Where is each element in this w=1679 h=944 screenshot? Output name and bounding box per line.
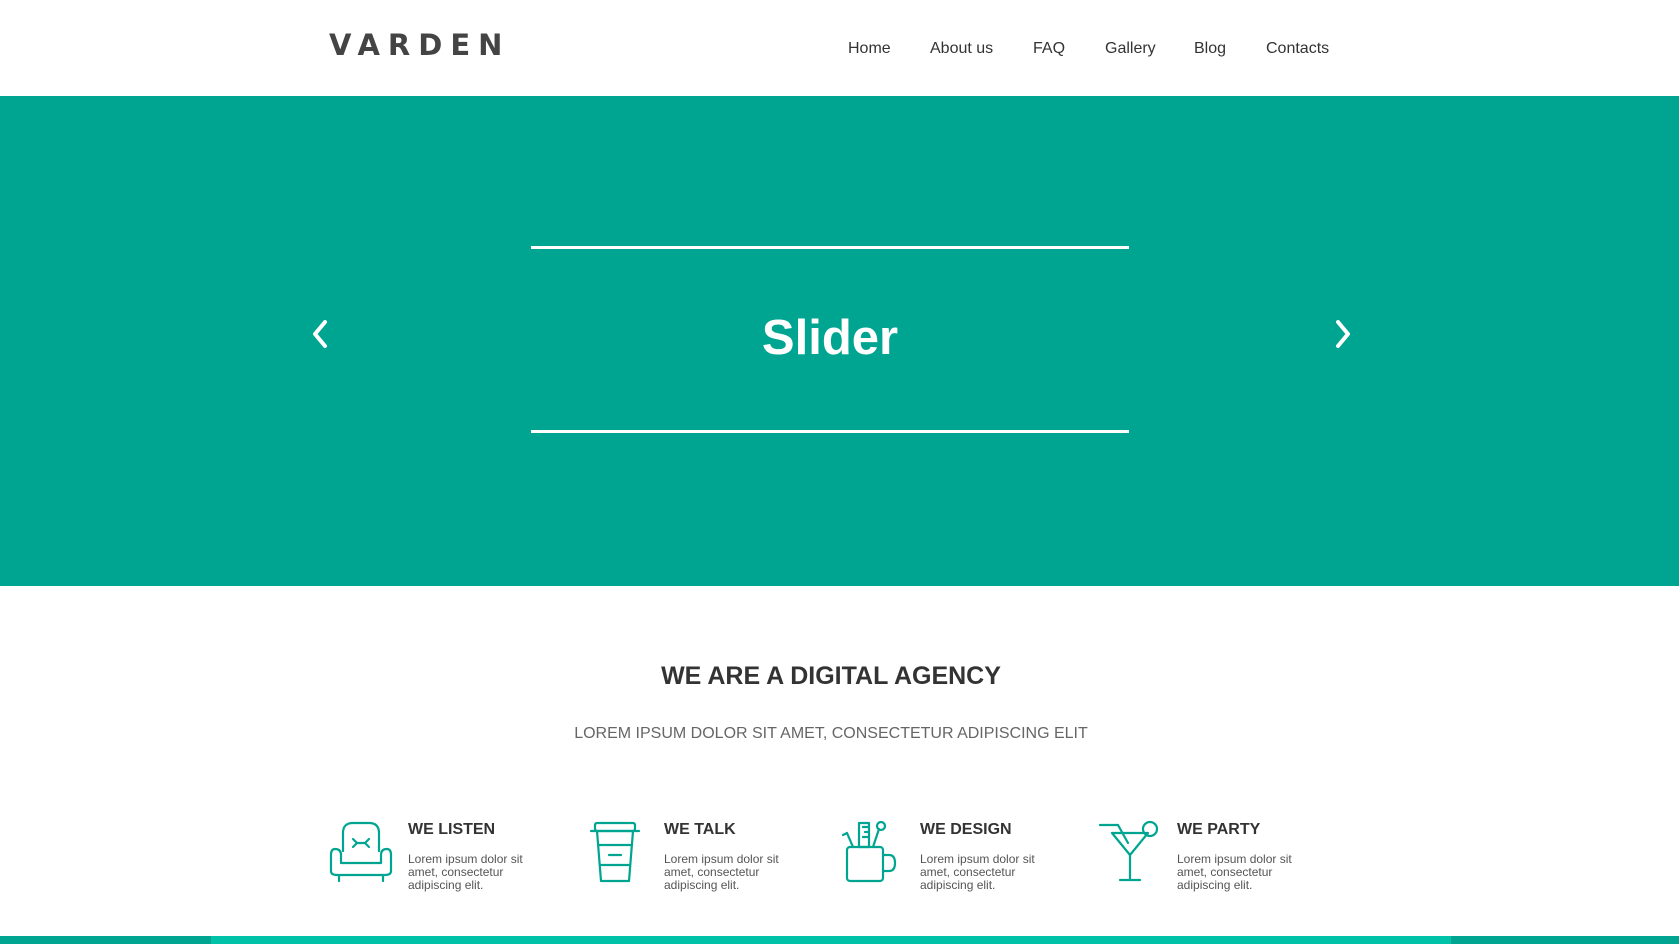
nav-home[interactable]: Home <box>848 40 891 58</box>
feature-we-listen: WE LISTEN Lorem ipsum dolor sit amet, co… <box>329 815 579 895</box>
feature-text: Lorem ipsum dolor sit amet, consectetur … <box>408 852 523 892</box>
section-title: WE ARE A DIGITAL AGENCY <box>661 662 1001 690</box>
coffee-cup-icon <box>589 821 641 883</box>
slider-title: Slider <box>761 311 899 365</box>
nav-about-us[interactable]: About us <box>930 40 993 58</box>
chevron-right-icon <box>1336 320 1350 348</box>
footer-accent-inner <box>211 936 1451 944</box>
section-subtitle: LOREM IPSUM DOLOR SIT AMET, CONSECTETUR … <box>574 725 1088 742</box>
slider-divider-top <box>531 246 1129 249</box>
chevron-left-icon <box>313 320 327 348</box>
footer-accent-bar <box>0 936 1679 944</box>
pencil-cup-icon <box>841 820 897 883</box>
slider-divider-bottom <box>531 430 1129 433</box>
logo[interactable]: VARDEN <box>329 28 510 62</box>
feature-title: WE PARTY <box>1177 821 1261 838</box>
nav-contacts[interactable]: Contacts <box>1266 40 1329 58</box>
cocktail-icon <box>1098 820 1159 882</box>
site-header: VARDEN Home About us FAQ Gallery Blog Co… <box>0 0 1679 96</box>
feature-title: WE LISTEN <box>408 821 496 838</box>
feature-text: Lorem ipsum dolor sit amet, consectetur … <box>1177 852 1292 892</box>
feature-we-talk: WE TALK Lorem ipsum dolor sit amet, cons… <box>585 815 835 895</box>
slider-next-button[interactable] <box>1328 316 1358 352</box>
slider-prev-button[interactable] <box>305 316 335 352</box>
hero-slider: Slider <box>0 96 1679 586</box>
armchair-icon <box>329 821 393 883</box>
nav-blog[interactable]: Blog <box>1194 40 1226 58</box>
feature-we-party: WE PARTY Lorem ipsum dolor sit amet, con… <box>1098 815 1348 895</box>
feature-text: Lorem ipsum dolor sit amet, consectetur … <box>664 852 779 892</box>
feature-text: Lorem ipsum dolor sit amet, consectetur … <box>920 852 1035 892</box>
feature-title: WE DESIGN <box>920 821 1012 838</box>
feature-title: WE TALK <box>664 821 736 838</box>
feature-we-design: WE DESIGN Lorem ipsum dolor sit amet, co… <box>841 815 1091 895</box>
nav-gallery[interactable]: Gallery <box>1105 40 1156 58</box>
nav-faq[interactable]: FAQ <box>1033 40 1065 58</box>
